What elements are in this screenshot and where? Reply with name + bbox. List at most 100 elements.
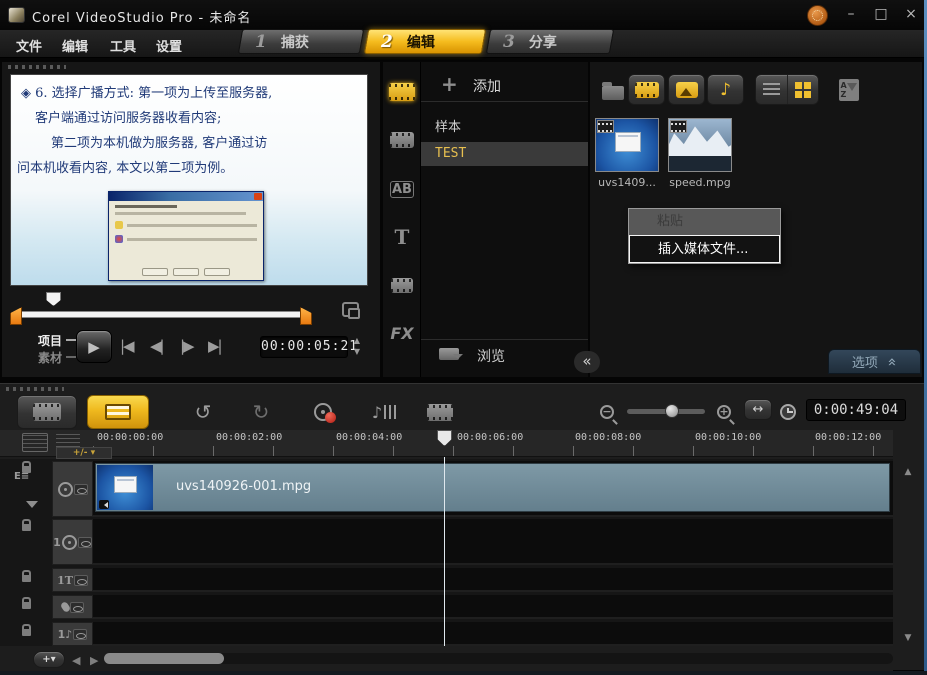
- browse-row[interactable]: 浏览: [421, 339, 588, 369]
- next-frame-button[interactable]: |▶: [180, 337, 193, 355]
- home-button[interactable]: |◀: [120, 337, 133, 355]
- ripple-edit-icon[interactable]: E≡: [14, 471, 29, 482]
- title-track-row: 1T: [0, 568, 893, 592]
- tracks-scroll-down-button[interactable]: ▼: [900, 631, 916, 645]
- painting-creator-icon: [427, 404, 453, 421]
- panel-grip[interactable]: [8, 65, 66, 69]
- sound-mixer-button[interactable]: ♪: [366, 395, 402, 429]
- trim-start-handle[interactable]: [10, 307, 22, 325]
- context-menu-paste[interactable]: 粘贴: [629, 209, 780, 235]
- timecode-spin-up-icon[interactable]: ▲: [351, 336, 363, 346]
- tab-edit[interactable]: 2 编辑: [364, 29, 486, 54]
- scrubber-playhead[interactable]: [46, 292, 61, 306]
- fit-project-button[interactable]: ↔: [744, 399, 772, 420]
- music-track-header[interactable]: 1♪: [52, 622, 93, 646]
- menu-file[interactable]: 文件: [16, 36, 42, 55]
- lock-icon[interactable]: [22, 575, 31, 582]
- collapse-panel-button[interactable]: «: [574, 351, 600, 373]
- overlay-track-lane[interactable]: [93, 519, 893, 565]
- lock-icon[interactable]: [22, 629, 31, 636]
- preview-video-frame[interactable]: ◈ 6. 选择广播方式: 第一项为上传至服务器, 客户端通过访问服务器收看内容;…: [10, 74, 368, 286]
- options-button[interactable]: 选项«: [828, 349, 921, 374]
- menu-edit[interactable]: 编辑: [62, 36, 88, 55]
- show-audio-button[interactable]: ♪: [707, 74, 744, 105]
- overlay-track-header[interactable]: 1: [52, 519, 93, 565]
- media-thumbnail-speed[interactable]: [668, 118, 732, 172]
- thumbnail-view-button[interactable]: [788, 75, 819, 104]
- panel-grip[interactable]: [6, 387, 64, 391]
- timeline-hscrollbar-thumb[interactable]: [104, 653, 224, 664]
- slide-dialog-option-row: [115, 221, 257, 229]
- timeline-timecode[interactable]: 0:00:49:04: [806, 399, 906, 421]
- record-capture-button[interactable]: [305, 395, 341, 429]
- tab-capture-number: 1: [255, 32, 267, 52]
- track-toggle-button[interactable]: +/- ▾: [56, 447, 112, 459]
- eye-icon: [78, 537, 92, 548]
- painting-creator-button[interactable]: [420, 395, 460, 429]
- track-manager-icon[interactable]: [22, 433, 48, 452]
- timeline-zoom-slider[interactable]: [627, 409, 705, 414]
- tab-capture[interactable]: 1 捕获: [238, 29, 364, 54]
- trim-end-handle[interactable]: [300, 307, 312, 325]
- show-photos-button[interactable]: [668, 74, 705, 105]
- video-track-header[interactable]: [52, 461, 93, 517]
- slide-dialog-option-text: [127, 238, 257, 241]
- preview-timecode[interactable]: 00:00:05:21: [260, 336, 348, 358]
- lock-icon[interactable]: [22, 602, 31, 609]
- video-track-lane[interactable]: uvs140926-001.mpg: [93, 461, 893, 517]
- title-track-header[interactable]: 1T: [52, 568, 93, 592]
- undo-button[interactable]: ↺: [188, 395, 218, 429]
- title-track-lock-column: [0, 568, 52, 592]
- minimize-button[interactable]: –: [838, 6, 864, 24]
- timeline-hscrollbar[interactable]: [104, 653, 893, 664]
- redo-button[interactable]: ↻: [246, 395, 276, 429]
- scroll-right-button[interactable]: ▶: [90, 654, 98, 667]
- media-thumbnail-uvs[interactable]: [595, 118, 659, 172]
- menu-tools[interactable]: 工具: [110, 36, 136, 55]
- zoom-in-button[interactable]: +: [712, 395, 736, 429]
- add-gallery-row[interactable]: + 添加: [421, 68, 588, 102]
- music-track-lane[interactable]: [93, 622, 893, 646]
- scroll-left-button[interactable]: ◀: [72, 654, 80, 667]
- end-button[interactable]: ▶|: [208, 337, 221, 355]
- project-duration-button[interactable]: [776, 395, 800, 429]
- maximize-button[interactable]: □: [868, 6, 894, 24]
- play-button[interactable]: ▶: [76, 330, 112, 363]
- gallery-item-test[interactable]: TEST: [421, 142, 588, 166]
- instant-project-button[interactable]: [388, 128, 416, 152]
- close-button[interactable]: ×: [898, 6, 924, 24]
- gallery-item-sample[interactable]: 样本: [421, 116, 588, 140]
- title-category-button[interactable]: T: [388, 225, 416, 249]
- scrub-track[interactable]: [20, 311, 302, 318]
- timecode-spin-down-icon[interactable]: ▼: [351, 347, 363, 357]
- context-menu-insert-media[interactable]: 插入媒体文件...: [629, 235, 780, 263]
- expand-tracks-icon[interactable]: [26, 501, 38, 514]
- voice-track-lane[interactable]: [93, 595, 893, 619]
- community-badge-icon[interactable]: [807, 5, 828, 26]
- storyboard-view-button[interactable]: [17, 395, 77, 429]
- tab-share[interactable]: 3 分享: [486, 29, 614, 54]
- show-videos-button[interactable]: [628, 74, 665, 105]
- tracks-scroll-up-button[interactable]: ▲: [900, 465, 916, 479]
- lock-icon[interactable]: [22, 524, 31, 531]
- zoom-slider-knob[interactable]: [665, 404, 679, 418]
- sort-button[interactable]: A Z: [830, 74, 867, 105]
- import-folder-button[interactable]: [594, 74, 631, 105]
- browse-icon: [439, 348, 459, 360]
- timeline-clip[interactable]: uvs140926-001.mpg: [95, 463, 890, 512]
- prev-frame-button[interactable]: ◀|: [150, 337, 163, 355]
- title-track-lane[interactable]: [93, 568, 893, 592]
- media-category-button[interactable]: [388, 80, 416, 104]
- filter-category-button[interactable]: FX: [388, 321, 416, 345]
- menu-settings[interactable]: 设置: [156, 36, 182, 55]
- graphics-category-button[interactable]: [388, 273, 416, 297]
- timeline-view-button[interactable]: [87, 395, 149, 429]
- clip-mode-label[interactable]: 素材: [38, 349, 62, 366]
- voice-track-header[interactable]: [52, 595, 93, 619]
- list-view-button[interactable]: [756, 75, 788, 104]
- transition-category-button[interactable]: AB: [388, 177, 416, 201]
- zoom-out-button[interactable]: −: [595, 395, 619, 429]
- insert-track-button[interactable]: +▾: [33, 651, 65, 668]
- enlarge-preview-icon[interactable]: [342, 302, 359, 317]
- project-mode-label[interactable]: 项目: [38, 332, 62, 349]
